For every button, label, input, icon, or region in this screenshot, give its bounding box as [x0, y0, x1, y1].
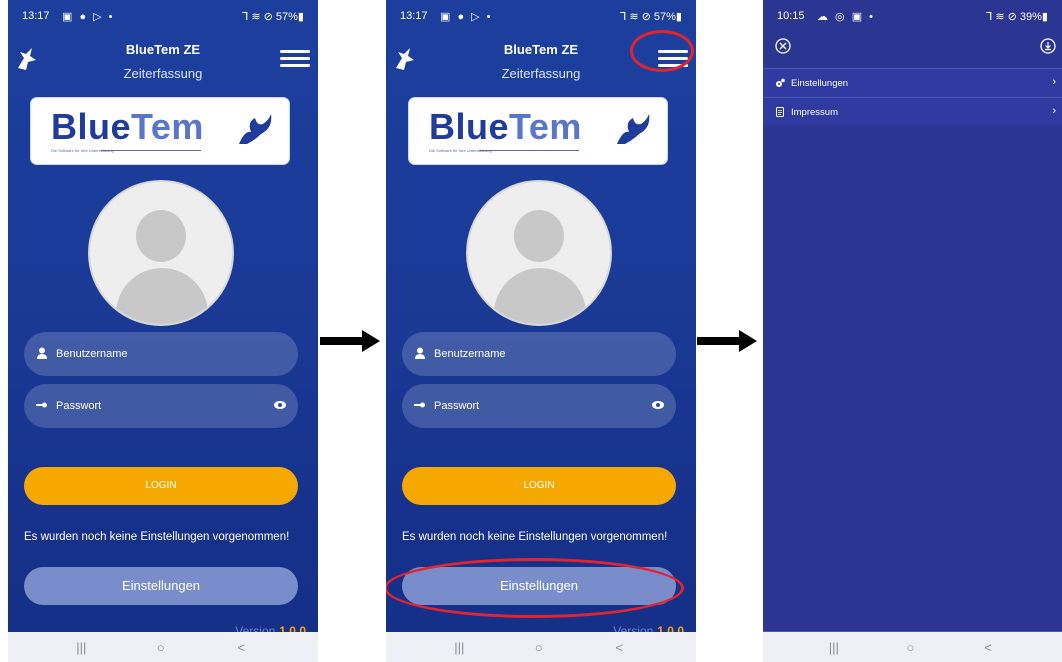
- chevron-right-icon: ›: [1052, 76, 1056, 88]
- user-icon: [37, 347, 47, 359]
- gears-icon: [776, 78, 785, 87]
- bluetem-logo: BlueTem Die Software für Ihre Unterstütz…: [31, 98, 289, 164]
- arrow-right-icon: [697, 330, 757, 352]
- logo-word-tem: Tem: [131, 106, 204, 147]
- status-icons: ⅂ ≋ ⊘ 57%▮: [242, 11, 304, 23]
- highlight-circle-menu: [630, 30, 694, 72]
- notification-icons: ▣ ● ▷ •: [62, 11, 115, 23]
- dragon-icon: [239, 114, 272, 144]
- settings-button[interactable]: Einstellungen: [24, 567, 298, 605]
- status-bar: 10:15 ☁ ◎ ▣ • ⅂ ≋ ⊘ 39%▮: [763, 0, 1062, 30]
- username-placeholder: Benutzername: [434, 348, 506, 360]
- phone-screen-login: 13:17 ▣ ● ▷ • ⅂ ≋ ⊘ 57%▮ BlueTem ZE Zeit…: [8, 0, 318, 662]
- logo-word-blue: Blue: [429, 106, 510, 147]
- eye-icon[interactable]: [274, 400, 286, 410]
- app-title: BlueTem ZE: [125, 42, 201, 57]
- status-time: 13:17: [400, 10, 428, 22]
- back-button[interactable]: <: [984, 640, 992, 655]
- back-button[interactable]: <: [237, 640, 245, 655]
- menu-item-impressum[interactable]: Impressum ›: [763, 97, 1062, 126]
- system-nav-bar: ||| ○ <: [386, 632, 696, 662]
- phone-screen-login-highlighted: 13:17 ▣ ● ▷ • ⅂ ≋ ⊘ 57%▮ BlueTem ZE Zeit…: [386, 0, 696, 662]
- home-button[interactable]: ○: [907, 640, 915, 655]
- settings-notice: Es wurden noch keine Einstellungen vorge…: [24, 531, 290, 543]
- password-placeholder: Passwort: [434, 400, 480, 412]
- dragon-icon: [617, 114, 650, 144]
- username-field[interactable]: Benutzername: [402, 332, 676, 376]
- settings-notice: Es wurden noch keine Einstellungen vorge…: [402, 531, 668, 543]
- recent-apps-button[interactable]: |||: [829, 640, 839, 655]
- bluetem-logo: BlueTem Die Software für Ihre Unterstütz…: [409, 98, 667, 164]
- back-button[interactable]: <: [615, 640, 623, 655]
- recent-apps-button[interactable]: |||: [454, 640, 464, 655]
- document-icon: [776, 107, 784, 117]
- status-icons: ⅂ ≋ ⊘ 57%▮: [620, 11, 682, 23]
- login-button[interactable]: LOGIN: [402, 467, 676, 505]
- status-time: 10:15: [777, 10, 805, 22]
- download-icon[interactable]: [1040, 38, 1056, 54]
- password-placeholder: Passwort: [56, 400, 102, 412]
- close-icon[interactable]: [775, 38, 791, 54]
- status-bar: 13:17 ▣ ● ▷ • ⅂ ≋ ⊘ 57%▮: [8, 0, 318, 30]
- password-field[interactable]: Passwort: [24, 384, 298, 428]
- password-field[interactable]: Passwort: [402, 384, 676, 428]
- system-nav-bar: ||| ○ <: [763, 632, 1062, 662]
- key-icon: [414, 402, 425, 408]
- status-icons: ⅂ ≋ ⊘ 39%▮: [986, 11, 1048, 23]
- hamburger-menu-button[interactable]: [280, 50, 310, 70]
- eye-icon[interactable]: [652, 400, 664, 410]
- avatar: [88, 180, 234, 326]
- system-nav-bar: ||| ○ <: [8, 632, 318, 662]
- status-time: 13:17: [22, 10, 50, 22]
- key-icon: [36, 402, 47, 408]
- arrow-right-icon: [320, 330, 380, 352]
- home-button[interactable]: ○: [535, 640, 543, 655]
- app-subtitle: Zeiterfassung: [123, 66, 203, 81]
- chevron-right-icon: ›: [1052, 105, 1056, 117]
- menu-item-label: Einstellungen: [791, 78, 849, 89]
- notification-icons: ▣ ● ▷ •: [440, 11, 493, 23]
- avatar: [466, 180, 612, 326]
- notification-icons: ☁ ◎ ▣ •: [817, 11, 876, 23]
- user-icon: [415, 347, 425, 359]
- menu-item-einstellungen[interactable]: Einstellungen ›: [763, 68, 1062, 97]
- recent-apps-button[interactable]: |||: [76, 640, 86, 655]
- username-placeholder: Benutzername: [56, 348, 128, 360]
- status-bar: 13:17 ▣ ● ▷ • ⅂ ≋ ⊘ 57%▮: [386, 0, 696, 30]
- username-field[interactable]: Benutzername: [24, 332, 298, 376]
- phone-screen-menu: 10:15 ☁ ◎ ▣ • ⅂ ≋ ⊘ 39%▮ Einstellungen ›…: [763, 0, 1062, 662]
- menu-header: [763, 30, 1062, 66]
- logo-word-blue: Blue: [51, 106, 132, 147]
- home-button[interactable]: ○: [157, 640, 165, 655]
- logo-word-tem: Tem: [509, 106, 582, 147]
- login-button[interactable]: LOGIN: [24, 467, 298, 505]
- highlight-circle-settings: [386, 558, 684, 618]
- menu-item-label: Impressum: [791, 107, 838, 118]
